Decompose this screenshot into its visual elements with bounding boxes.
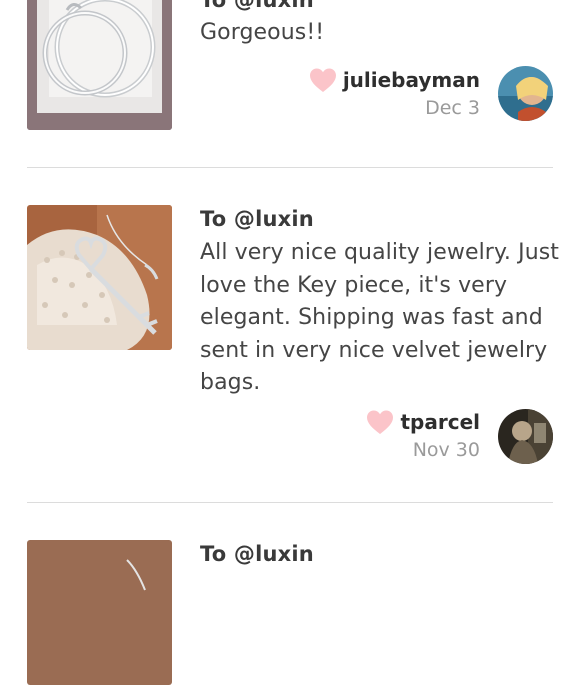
- review-username[interactable]: juliebayman: [343, 68, 480, 92]
- user-avatar[interactable]: [498, 66, 553, 121]
- review-thumbnail[interactable]: [27, 0, 172, 130]
- review-author: tparcel: [366, 406, 480, 438]
- review-recipient[interactable]: To @luxin: [200, 0, 314, 12]
- key-necklace-image: [27, 205, 172, 350]
- review-thumbnail[interactable]: [27, 205, 172, 350]
- divider: [27, 167, 553, 168]
- hoop-earrings-image: [27, 0, 172, 130]
- heart-icon: [309, 68, 336, 92]
- avatar-photo-icon: [498, 409, 553, 464]
- heart-icon: [367, 410, 394, 434]
- review-author: juliebayman: [309, 64, 480, 96]
- avatar-photo-icon: [498, 66, 553, 121]
- review-date: Nov 30: [412, 439, 480, 461]
- review-comment: All very nice quality jewelry. Just love…: [200, 240, 560, 395]
- review-comment: Gorgeous!!: [200, 20, 325, 45]
- jewelry-image: [27, 540, 172, 685]
- review-recipient[interactable]: To @luxin: [200, 207, 314, 231]
- review-thumbnail[interactable]: [27, 540, 172, 685]
- review-recipient[interactable]: To @luxin: [200, 542, 314, 566]
- divider: [27, 502, 553, 503]
- user-avatar[interactable]: [498, 409, 553, 464]
- review-date: Dec 3: [425, 97, 480, 119]
- review-username[interactable]: tparcel: [400, 410, 480, 434]
